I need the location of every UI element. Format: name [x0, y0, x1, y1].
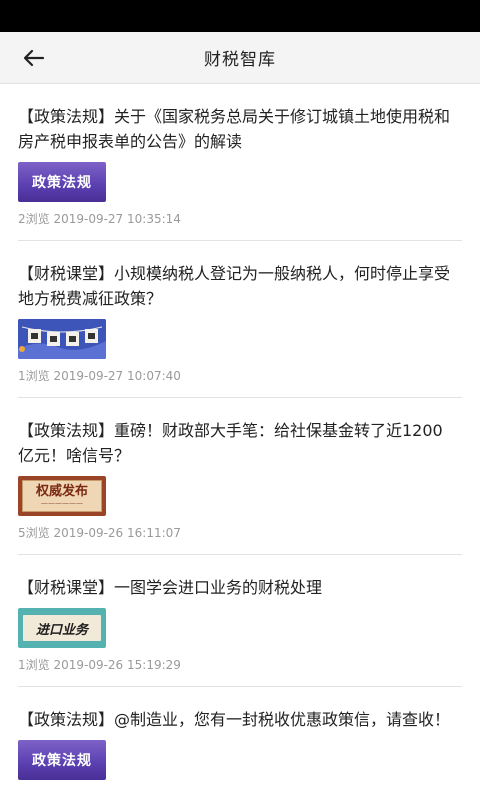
page-title: 财税智库	[204, 50, 276, 70]
app-header: 财税智库	[0, 32, 480, 84]
article-thumbnail	[18, 319, 106, 359]
arrow-left-icon	[23, 49, 45, 67]
article-meta: 1浏览 2019-09-27 10:07:40	[18, 369, 181, 383]
article-title: 【政策法规】@制造业，您有一封税收优惠政策信，请查收！	[18, 710, 451, 729]
article-item[interactable]: 【政策法规】@制造业，您有一封税收优惠政策信，请查收！ 政策法规	[18, 687, 462, 800]
back-button[interactable]	[14, 40, 54, 76]
article-meta: 1浏览 2019-09-26 15:19:29	[18, 658, 181, 672]
article-thumbnail: 权威发布 ——————	[18, 476, 106, 516]
article-item[interactable]: 【政策法规】重磅！财政部大手笔：给社保基金转了近1200亿元！啥信号？ 权威发布…	[18, 398, 462, 555]
thumbnail-text: 进口业务	[35, 622, 88, 638]
article-item[interactable]: 【财税课堂】一图学会进口业务的财税处理 进口业务 1浏览 2019-09-26 …	[18, 555, 462, 687]
article-feed[interactable]: 【政策法规】关于《国家税务总局关于修订城镇土地使用税和房产税申报表单的公告》的解…	[0, 84, 480, 800]
article-item[interactable]: 【财税课堂】小规模纳税人登记为一般纳税人，何时停止享受地方税费减征政策？ 1浏览…	[18, 241, 462, 398]
article-meta: 5浏览 2019-09-26 16:11:07	[18, 526, 181, 540]
article-thumbnail: 进口业务	[18, 608, 106, 648]
article-title: 【财税课堂】一图学会进口业务的财税处理	[18, 578, 323, 597]
bunting-illustration	[18, 319, 106, 359]
article-meta	[18, 788, 462, 800]
thumbnail-subtext-decoration: ——————	[41, 499, 83, 507]
status-bar	[0, 0, 480, 32]
article-thumbnail: 政策法规	[18, 162, 106, 202]
article-item[interactable]: 【政策法规】关于《国家税务总局关于修订城镇土地使用税和房产税申报表单的公告》的解…	[18, 84, 462, 241]
article-thumbnail: 政策法规	[18, 740, 106, 780]
article-title: 【财税课堂】小规模纳税人登记为一般纳税人，何时停止享受地方税费减征政策？	[18, 264, 451, 308]
thumbnail-text: 政策法规	[32, 753, 92, 769]
article-title: 【政策法规】关于《国家税务总局关于修订城镇土地使用税和房产税申报表单的公告》的解…	[18, 107, 451, 151]
article-title: 【政策法规】重磅！财政部大手笔：给社保基金转了近1200亿元！啥信号？	[18, 421, 443, 465]
thumbnail-text: 权威发布	[35, 484, 88, 499]
thumbnail-text: 政策法规	[32, 175, 92, 191]
article-meta: 2浏览 2019-09-27 10:35:14	[18, 212, 181, 226]
